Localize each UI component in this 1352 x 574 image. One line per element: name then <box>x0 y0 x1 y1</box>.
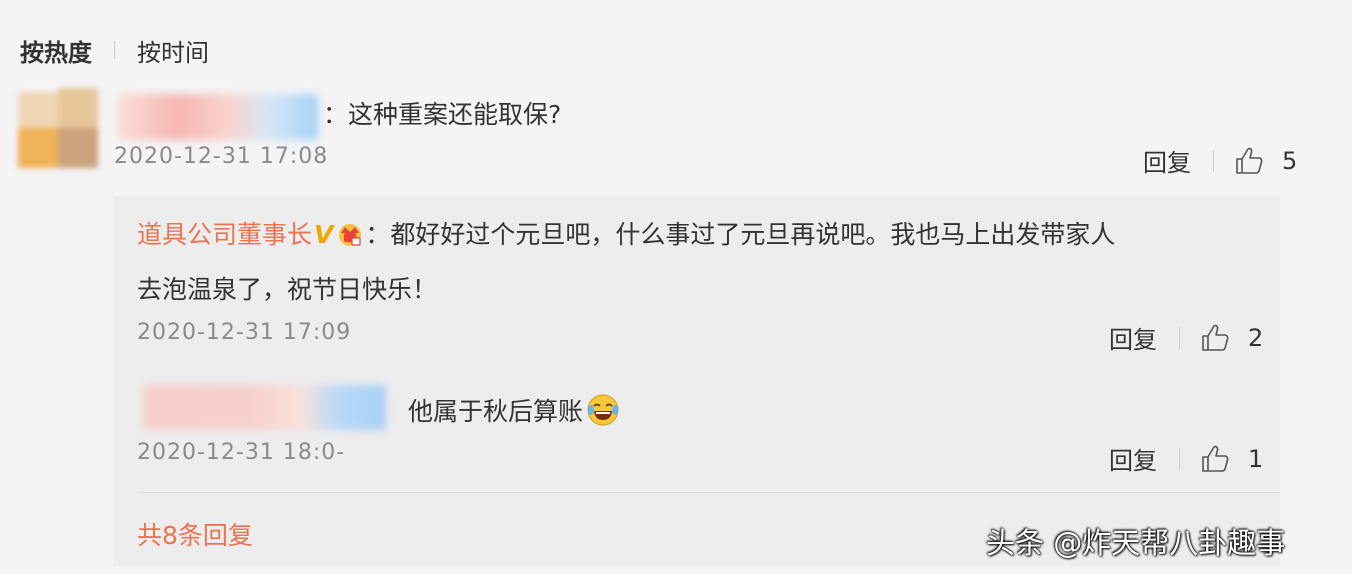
blurred-username[interactable] <box>118 94 318 140</box>
like-count: 1 <box>1248 444 1264 473</box>
reply-text: 他属于秋后算账 <box>408 397 584 426</box>
more-replies-link[interactable]: 共8条回复 <box>137 516 253 552</box>
blurred-username[interactable] <box>143 385 386 430</box>
crown-badge-icon <box>339 224 362 246</box>
sort-bar: 按热度 按时间 <box>20 30 209 70</box>
reply-author[interactable]: 道具公司董事长 <box>137 220 312 249</box>
reply-timestamp: 2020-12-31 17:09 <box>137 320 352 345</box>
reply-1-actions: 回复 2 <box>1109 320 1263 355</box>
reply-2-actions: 回复 1 <box>1109 441 1263 476</box>
reply-button[interactable]: 回复 <box>1109 441 1157 476</box>
laugh-cry-emoji-icon <box>587 394 619 426</box>
action-divider <box>1213 149 1214 172</box>
avatar[interactable] <box>18 88 98 168</box>
reply-1: 道具公司董事长V ：都好好过个元旦吧，什么事过了元旦再说吧。我也马上出发带家人 <box>137 218 1115 252</box>
reply-timestamp: 2020-12-31 18:0- <box>137 440 346 465</box>
reply-text-line-2: 去泡温泉了，祝节日快乐！ <box>137 275 438 304</box>
verified-badge: V <box>314 220 334 249</box>
thumbs-up-icon[interactable] <box>1200 323 1230 353</box>
reply-button[interactable]: 回复 <box>1109 320 1157 355</box>
watermark: 头条 @炸天帮八卦趣事 <box>986 526 1286 560</box>
reply-2: 他属于秋后算账 <box>408 392 621 428</box>
like-count: 5 <box>1282 146 1298 175</box>
sort-by-time-tab[interactable]: 按时间 <box>137 33 209 68</box>
comment-text: ：这种重案还能取保? <box>323 100 562 129</box>
thumbs-up-icon[interactable] <box>1234 146 1264 176</box>
like-count: 2 <box>1248 323 1264 352</box>
reply-button[interactable]: 回复 <box>1143 143 1191 178</box>
divider <box>137 492 1280 493</box>
comment-actions: 回复 5 <box>1143 143 1297 178</box>
comment-timestamp: 2020-12-31 17:08 <box>114 144 329 169</box>
sort-by-hot-tab[interactable]: 按热度 <box>20 33 92 68</box>
thumbs-up-icon[interactable] <box>1200 444 1230 474</box>
sort-divider <box>114 41 115 59</box>
reply-text-line-1: ：都好好过个元旦吧，什么事过了元旦再说吧。我也马上出发带家人 <box>365 220 1116 249</box>
action-divider <box>1179 447 1180 470</box>
action-divider <box>1179 326 1180 349</box>
